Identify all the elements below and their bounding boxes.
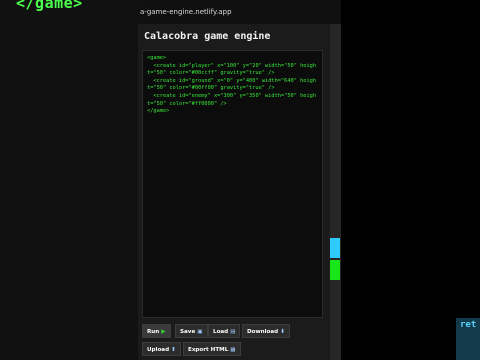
- run-label: Run: [147, 329, 160, 335]
- play-icon: ▶: [161, 329, 166, 335]
- scrollbar[interactable]: [330, 24, 341, 360]
- background-corner-text: ret: [456, 318, 480, 360]
- floppy-icon: ▣: [197, 329, 203, 335]
- export-html-button[interactable]: Export HTML ▦: [183, 342, 241, 356]
- background-code-text: </game>: [16, 0, 83, 12]
- scroll-marker-green: [330, 260, 340, 280]
- load-label: Load: [213, 329, 229, 335]
- background-video-right: [341, 0, 480, 360]
- save-button[interactable]: Save ▣: [175, 324, 208, 338]
- run-button[interactable]: Run ▶: [142, 324, 171, 338]
- download-label: Download: [247, 329, 279, 335]
- download-button[interactable]: Download ⬇: [242, 324, 290, 338]
- upload-icon: ⬆: [171, 347, 176, 353]
- address-bar[interactable]: a-game-engine.netlify.app: [138, 0, 341, 24]
- background-video-left: </game>: [0, 0, 138, 360]
- save-label: Save: [180, 329, 196, 335]
- download-icon: ⬇: [280, 329, 285, 335]
- upload-button[interactable]: Upload ⬆: [142, 342, 181, 356]
- code-editor[interactable]: <game> <create id="player" x="100" y="20…: [142, 50, 323, 318]
- app-screen: a-game-engine.netlify.app Calacobra game…: [138, 0, 341, 360]
- upload-label: Upload: [147, 347, 170, 353]
- document-icon: ▦: [230, 347, 236, 353]
- page-title: Calacobra game engine: [144, 31, 271, 42]
- load-button[interactable]: Load ▤: [208, 324, 241, 338]
- folder-icon: ▤: [230, 329, 236, 335]
- export-label: Export HTML: [188, 347, 229, 353]
- scroll-marker-blue: [330, 238, 340, 258]
